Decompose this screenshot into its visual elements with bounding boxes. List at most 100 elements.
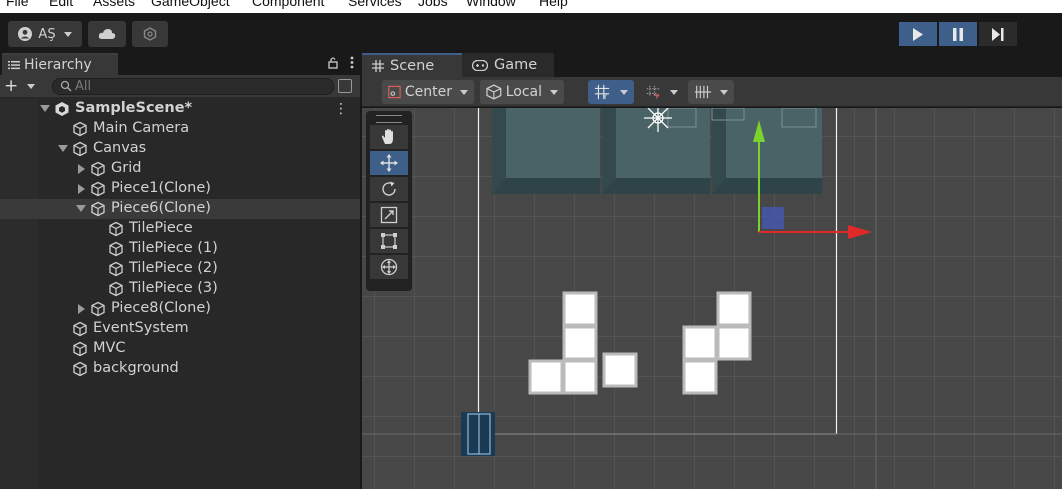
main-toolbar: AŞ [0,13,1062,53]
scale-icon [380,206,398,224]
chevron-down-icon [460,89,468,95]
chevron-down-icon [670,89,678,95]
chevron-down-icon [720,89,728,95]
collab-button[interactable] [132,21,168,47]
hierarchy-row[interactable]: Canvas [0,139,360,159]
hierarchy-row[interactable]: TilePiece (3) [0,279,360,299]
grid-hash-icon [372,60,384,72]
hierarchy-row[interactable]: TilePiece (2) [0,259,360,279]
hierarchy-row[interactable]: Main Camera [0,119,360,139]
pause-button[interactable] [939,22,977,46]
add-object-button[interactable]: + [4,77,35,95]
hierarchy-row-label: TilePiece (2) [129,260,218,276]
hierarchy-row[interactable]: Piece1(Clone) [0,179,360,199]
scene-toolbar: Center Local Y [362,77,1062,107]
hierarchy-row[interactable]: background [0,359,360,379]
hierarchy-row[interactable]: Grid [0,159,360,179]
snap-increment-dropdown[interactable] [640,80,684,104]
gameobject-cube-icon [91,181,105,197]
overlay-grip[interactable] [376,115,402,123]
hierarchy-search-row: + All [0,75,360,97]
hierarchy-tabbar: Hierarchy [0,53,360,75]
pivot-dropdown[interactable]: Center [382,80,474,104]
piece-single [602,352,638,388]
piece-left [528,291,598,395]
move-tool-button[interactable] [370,151,408,175]
scene-content [362,108,1062,489]
foldout-collapsed-icon[interactable] [78,304,85,314]
unity-scene-icon [55,102,69,116]
gameobject-cube-icon [109,281,123,297]
step-button[interactable] [979,22,1017,46]
foldout-collapsed-icon[interactable] [78,184,85,194]
scale-tool-button[interactable] [370,203,408,227]
hierarchy-row-label: TilePiece (3) [129,280,218,296]
local-space-icon [486,84,502,100]
grid-lines-icon [694,85,712,99]
hierarchy-row[interactable]: SampleScene* ⋮ [0,99,360,119]
account-label: AŞ [38,26,56,42]
piece-right [682,291,752,395]
hierarchy-row-label: Main Camera [93,120,190,136]
scene-viewport[interactable] [362,108,1062,489]
hierarchy-row[interactable]: TilePiece [0,219,360,239]
search-filter-icon[interactable] [338,79,352,93]
account-button[interactable]: AŞ [8,21,82,47]
hierarchy-row[interactable]: TilePiece (1) [0,239,360,259]
hierarchy-row-label: Grid [111,160,142,176]
add-label: + [4,76,19,96]
playmode-controls [899,22,1017,46]
gameobject-cube-icon [91,161,105,177]
tab-game-label: Game [494,57,538,73]
foldout-expanded-icon[interactable] [76,205,86,212]
hierarchy-row-label: Piece8(Clone) [111,300,211,316]
hierarchy-row-label: TilePiece (1) [129,240,218,256]
rotate-tool-button[interactable] [370,177,408,201]
menu-gameobject[interactable]: GameObject [151,0,230,9]
tab-hierarchy[interactable]: Hierarchy [2,53,118,75]
rect-tool-button[interactable] [370,229,408,253]
hierarchy-row-label: SampleScene* [75,100,193,116]
hierarchy-row-label: TilePiece [129,220,193,236]
menu-window[interactable]: Window [466,0,516,9]
menu-help[interactable]: Help [539,0,568,9]
transform-all-icon [380,258,398,276]
gameobject-cube-icon [73,121,87,137]
grid-snap-toggle[interactable]: Y [588,80,634,104]
space-label: Local [505,84,542,100]
hierarchy-row[interactable]: Piece6(Clone) [0,199,360,219]
hierarchy-row[interactable]: EventSystem [0,319,360,339]
gameobject-cube-icon [91,301,105,317]
tab-game[interactable]: Game [462,53,554,77]
foldout-expanded-icon[interactable] [40,105,50,112]
gamepad-icon [472,59,488,71]
space-dropdown[interactable]: Local [480,80,564,104]
gameobject-cube-icon [109,261,123,277]
hierarchy-search-input[interactable]: All [52,78,334,95]
grid-snap-icon: Y [594,84,610,101]
menu-file[interactable]: File [6,0,29,9]
play-button[interactable] [899,22,937,46]
menu-jobs[interactable]: Jobs [418,0,448,9]
scene-menu-icon[interactable]: ⋮ [334,101,348,117]
menu-component[interactable]: Component [252,0,324,9]
lock-icon[interactable] [328,56,338,69]
grid-visibility-dropdown[interactable] [688,80,734,104]
menu-assets[interactable]: Assets [93,0,135,9]
foldout-expanded-icon[interactable] [58,145,68,152]
rotate-icon [382,181,396,196]
tab-scene[interactable]: Scene [362,53,462,77]
transform-tool-button[interactable] [370,255,408,279]
menu-services[interactable]: Services [348,0,402,9]
foldout-collapsed-icon[interactable] [78,164,85,174]
cloud-button[interactable] [88,21,126,47]
hierarchy-row[interactable]: MVC [0,339,360,359]
kebab-menu-icon[interactable] [350,56,354,69]
gameobject-cube-icon [73,321,87,337]
hierarchy-row[interactable]: Piece8(Clone) [0,299,360,319]
hand-tool-button[interactable] [370,125,408,149]
hand-icon [381,129,393,144]
hierarchy-panel: Hierarchy + All SampleScene* ⋮ Main Camera… [0,53,360,489]
gameobject-cube-icon [73,341,87,357]
menu-edit[interactable]: Edit [49,0,73,9]
